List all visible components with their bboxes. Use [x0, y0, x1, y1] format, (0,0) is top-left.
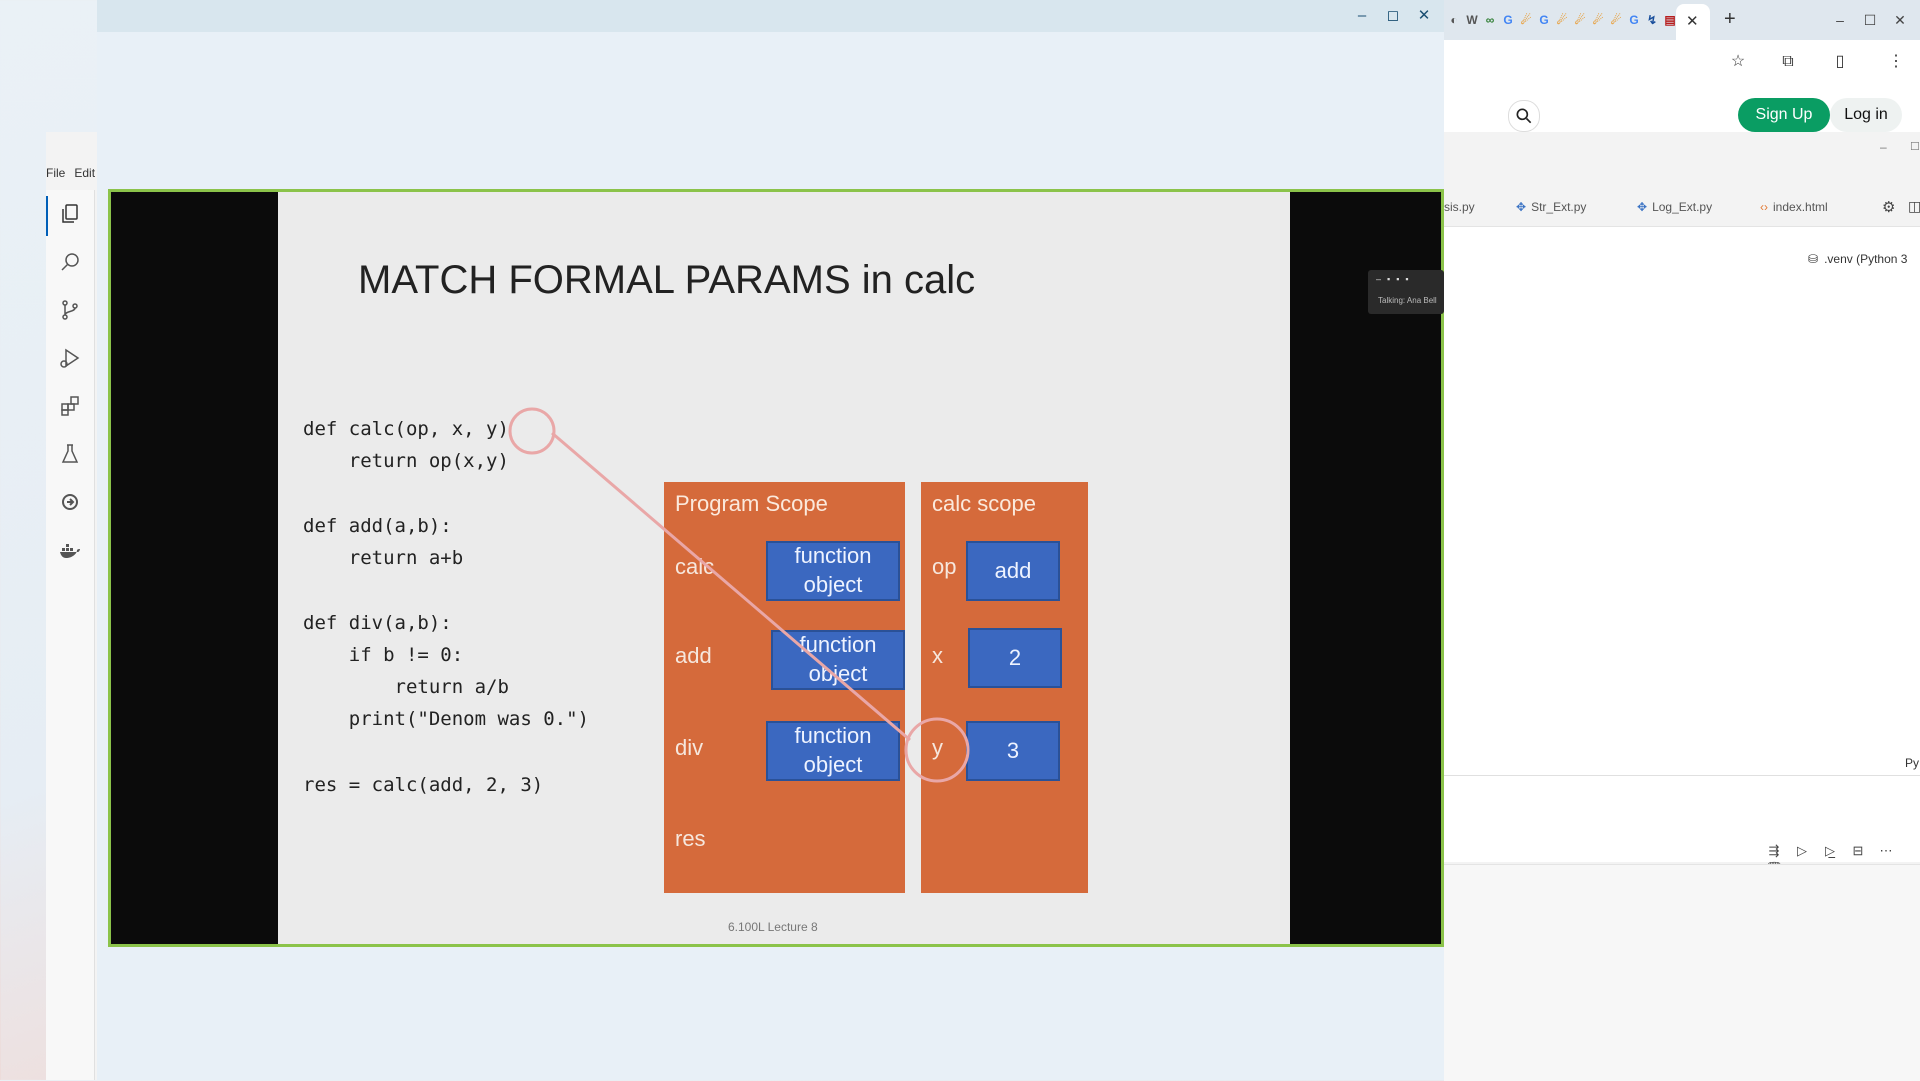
annotation-overlay	[508, 407, 970, 783]
highlight-circle	[904, 717, 970, 783]
mini-controls[interactable]: –▪▪▪	[1376, 274, 1415, 284]
highlight-circle	[508, 407, 556, 455]
mini-call-window[interactable]: –▪▪▪	[1368, 270, 1444, 314]
connector-line	[551, 431, 911, 742]
slide-footer: 6.100L Lecture 8	[728, 920, 818, 934]
mini-caption: Talking: Ana Bell	[1378, 296, 1437, 305]
